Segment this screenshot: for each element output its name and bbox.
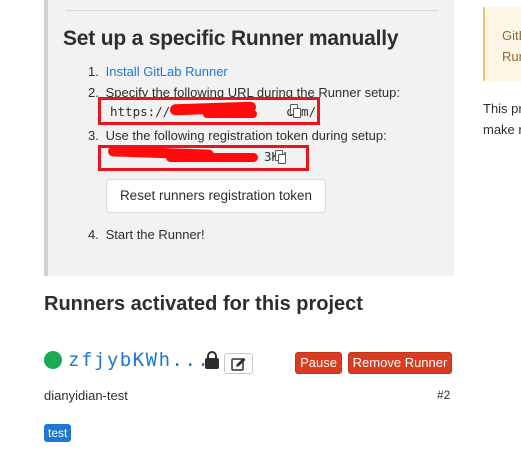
copy-url-icon[interactable]: [290, 104, 302, 119]
redaction-scribble: [166, 153, 258, 162]
runner-tag-badge: test: [44, 424, 72, 442]
step-number: 4.: [88, 227, 99, 242]
step-number: 1.: [88, 64, 99, 79]
step-number: 3.: [88, 128, 99, 143]
step-text: Start the Runner!: [105, 227, 205, 242]
shared-runners-info: This pr make r: [483, 98, 521, 140]
runner-number: #2: [437, 388, 451, 402]
step-registration-token: 3. Use the following registration token …: [88, 128, 387, 143]
divider: [66, 0, 438, 11]
setup-title: Set up a specific Runner manually: [63, 27, 399, 50]
copy-token-icon[interactable]: [275, 150, 287, 165]
url-prefix: https://: [110, 104, 171, 119]
step-install: 1. Install GitLab Runner: [88, 64, 228, 79]
activated-runners-title: Runners activated for this project: [44, 293, 363, 315]
install-runner-link[interactable]: Install GitLab Runner: [106, 64, 228, 79]
runner-status-icon: [44, 351, 62, 369]
runner-description: dianyidian-test: [44, 388, 128, 403]
pencil-icon: [231, 357, 246, 371]
step-text: Use the following registration token dur…: [105, 128, 387, 143]
step-number: 2.: [88, 85, 99, 100]
specific-runner-setup-panel: Set up a specific Runner manually 1. Ins…: [44, 0, 454, 276]
step-specify-url: 2. Specify the following URL during the …: [88, 85, 400, 100]
alert-text: GitLab Runner in t: [502, 28, 521, 64]
info-line-1: This pr: [483, 101, 521, 116]
step-start-runner: 4. Start the Runner!: [88, 227, 205, 242]
info-line-2: make r: [483, 122, 521, 137]
step-text: Specify the following URL during the Run…: [105, 85, 400, 100]
lock-icon: [205, 351, 219, 369]
runner-id-link[interactable]: zfjybKWh...: [68, 349, 210, 371]
runner-info-alert: GitLab Runner in t: [483, 7, 521, 81]
remove-runner-button[interactable]: Remove Runner: [348, 352, 452, 374]
redaction-scribble: [203, 110, 257, 118]
reset-token-button[interactable]: Reset runners registration token: [106, 179, 326, 213]
pause-runner-button[interactable]: Pause: [295, 352, 342, 374]
edit-runner-button[interactable]: [224, 353, 253, 374]
